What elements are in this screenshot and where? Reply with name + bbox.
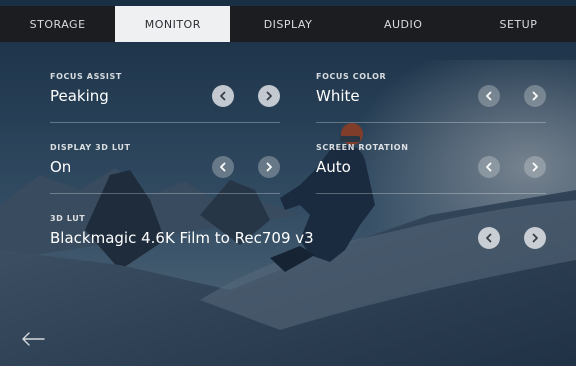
focus-color-prev-button[interactable]	[478, 85, 500, 107]
focus-assist-next-button[interactable]	[258, 85, 280, 107]
display-3d-lut-next-button[interactable]	[258, 156, 280, 178]
lut-3d-prev-button[interactable]	[478, 227, 500, 249]
tab-display[interactable]: DISPLAY	[230, 6, 345, 42]
divider	[50, 122, 280, 123]
focus-assist-value: Peaking	[50, 87, 109, 105]
divider	[316, 193, 546, 194]
chevron-right-icon	[532, 91, 538, 101]
focus-assist-prev-button[interactable]	[212, 85, 234, 107]
screen-rotation-value: Auto	[316, 158, 351, 176]
screen-rotation-prev-button[interactable]	[478, 156, 500, 178]
focus-color-value: White	[316, 87, 360, 105]
tab-setup[interactable]: SETUP	[461, 6, 576, 42]
focus-color-next-button[interactable]	[524, 85, 546, 107]
screen-rotation-label: SCREEN ROTATION	[316, 143, 409, 152]
tab-monitor[interactable]: MONITOR	[115, 6, 231, 42]
chevron-right-icon	[532, 233, 538, 243]
display-3d-lut-setting: DISPLAY 3D LUT On	[50, 143, 280, 183]
chevron-left-icon	[486, 162, 492, 172]
tab-audio[interactable]: AUDIO	[346, 6, 461, 42]
chevron-left-icon	[486, 91, 492, 101]
chevron-left-icon	[220, 162, 226, 172]
lut-3d-value: Blackmagic 4.6K Film to Rec709 v3	[50, 229, 314, 247]
chevron-right-icon	[266, 91, 272, 101]
lut-3d-label: 3D LUT	[50, 214, 86, 223]
background-photo	[0, 0, 576, 366]
lut-3d-setting: 3D LUT Blackmagic 4.6K Film to Rec709 v3	[50, 214, 470, 254]
settings-tab-bar: STORAGE MONITOR DISPLAY AUDIO SETUP	[0, 6, 576, 42]
display-3d-lut-prev-button[interactable]	[212, 156, 234, 178]
screen-rotation-next-button[interactable]	[524, 156, 546, 178]
focus-color-label: FOCUS COLOR	[316, 72, 387, 81]
monitor-settings-screen: STORAGE MONITOR DISPLAY AUDIO SETUP FOCU…	[0, 0, 576, 366]
back-arrow-icon[interactable]	[20, 330, 46, 348]
chevron-right-icon	[532, 162, 538, 172]
chevron-left-icon	[220, 91, 226, 101]
chevron-right-icon	[266, 162, 272, 172]
tab-storage[interactable]: STORAGE	[0, 6, 115, 42]
divider	[50, 193, 280, 194]
screen-rotation-setting: SCREEN ROTATION Auto	[316, 143, 546, 183]
focus-assist-label: FOCUS ASSIST	[50, 72, 122, 81]
focus-assist-setting: FOCUS ASSIST Peaking	[50, 72, 280, 112]
display-3d-lut-label: DISPLAY 3D LUT	[50, 143, 131, 152]
focus-color-setting: FOCUS COLOR White	[316, 72, 546, 112]
display-3d-lut-value: On	[50, 158, 72, 176]
chevron-left-icon	[486, 233, 492, 243]
lut-3d-next-button[interactable]	[524, 227, 546, 249]
divider	[316, 122, 546, 123]
